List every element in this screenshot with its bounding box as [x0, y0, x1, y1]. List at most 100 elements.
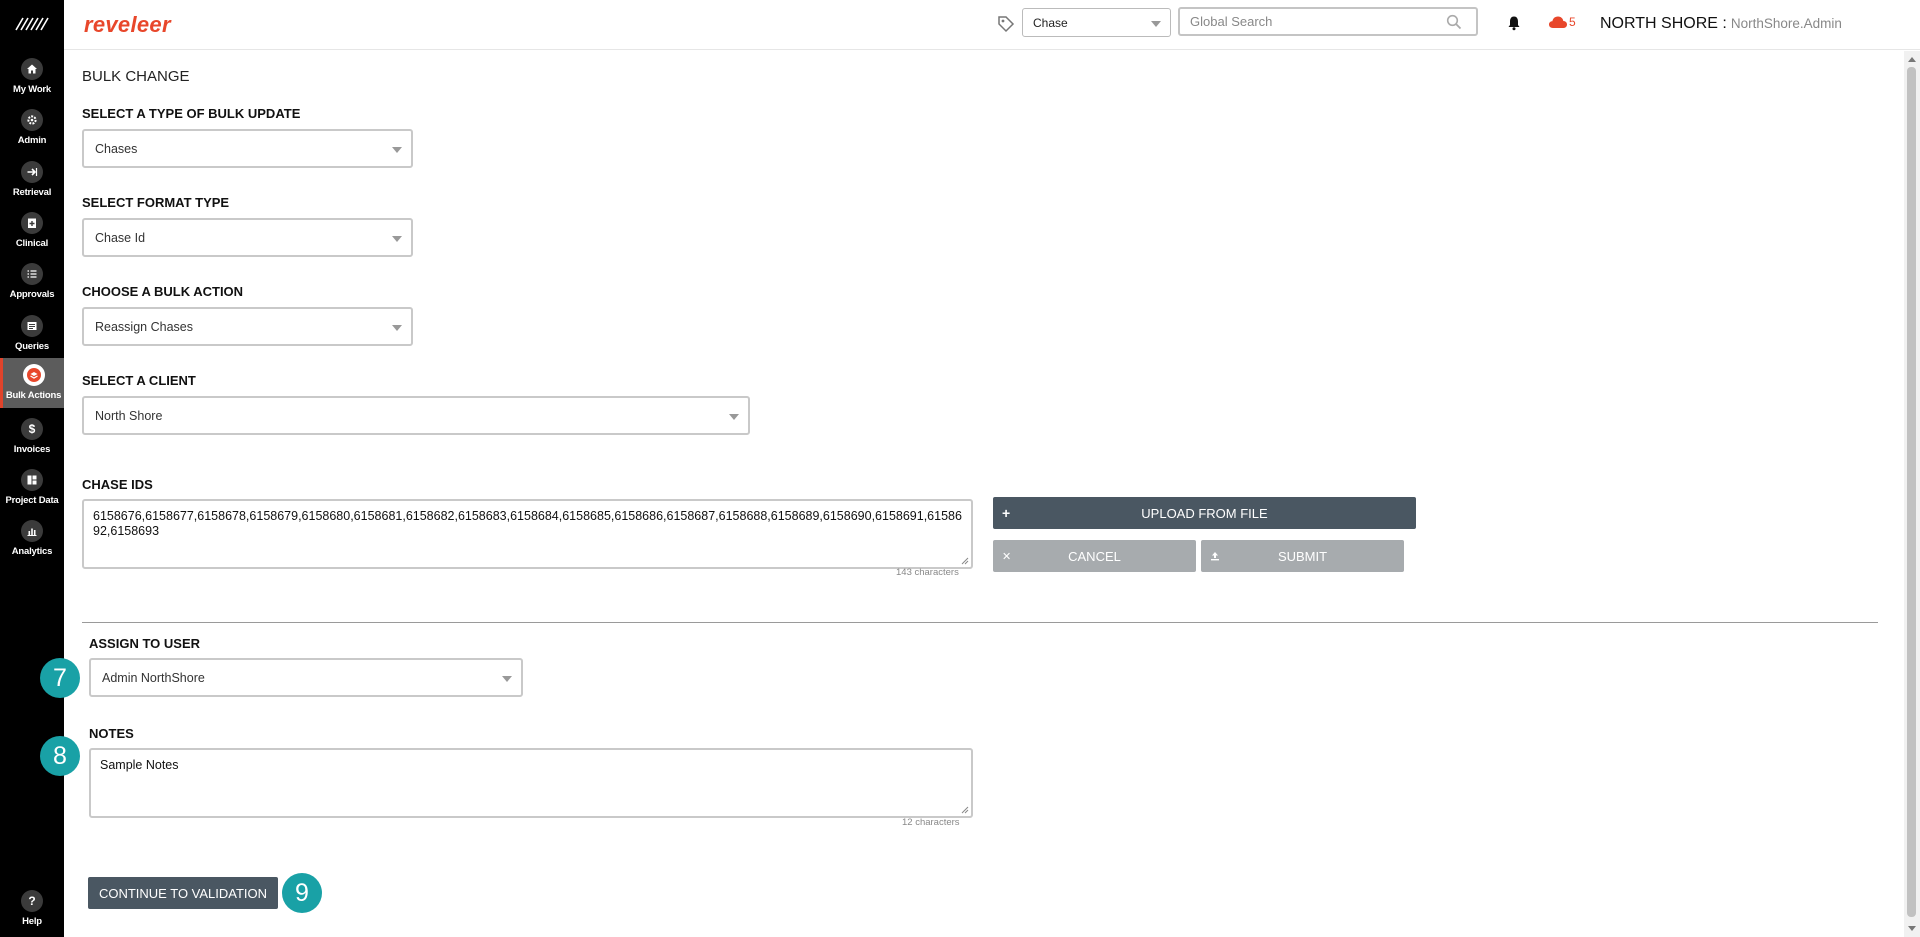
client-value: North Shore: [95, 409, 163, 423]
chase-ids-char-count: 143 characters: [896, 567, 959, 578]
chase-ids-value: 6158676,6158677,6158678,6158679,6158680,…: [93, 509, 962, 538]
chevron-down-icon: [502, 676, 512, 682]
continue-to-validation-button[interactable]: CONTINUE TO VALIDATION: [88, 877, 278, 909]
format-type-label: SELECT FORMAT TYPE: [82, 195, 230, 210]
sidebar-item-invoices[interactable]: $ Invoices: [0, 414, 64, 464]
chevron-down-icon: [392, 236, 402, 242]
sidebar-item-label: Queries: [15, 341, 49, 352]
chase-ids-textarea[interactable]: 6158676,6158677,6158678,6158679,6158680,…: [82, 499, 973, 569]
dollar-icon: $: [21, 418, 43, 440]
top-header: reveleer Chase 5 NORTH SHORE :NorthShore…: [64, 0, 1920, 50]
page-title: BULK CHANGE: [82, 68, 190, 85]
sidebar-item-retrieval[interactable]: Retrieval: [0, 157, 64, 207]
step-badge-9: 9: [282, 873, 322, 913]
notes-value: Sample Notes: [100, 758, 179, 772]
chevron-down-icon: [392, 147, 402, 153]
chevron-down-icon: [1151, 21, 1161, 27]
search-type-select[interactable]: Chase: [1022, 8, 1171, 37]
main-content: BULK CHANGE SELECT A TYPE OF BULK UPDATE…: [40, 51, 1904, 937]
sidebar-item-help[interactable]: ? Help: [0, 886, 64, 936]
sidebar-item-label: Invoices: [13, 444, 51, 455]
sidebar-item-admin[interactable]: Admin: [0, 105, 64, 155]
bulk-update-select[interactable]: Chases: [82, 129, 413, 168]
cloud-icon: [1549, 16, 1567, 28]
brand-logo[interactable]: reveleer: [84, 12, 171, 38]
notification-count: 5: [1569, 15, 1576, 29]
scroll-up-icon[interactable]: [1908, 57, 1916, 62]
client-select[interactable]: North Shore: [82, 396, 750, 435]
step-badge-8: 8: [40, 736, 80, 776]
vertical-scrollbar[interactable]: [1904, 51, 1920, 937]
upload-icon: [1210, 548, 1220, 564]
house-icon: [21, 58, 43, 80]
client-label: SELECT A CLIENT: [82, 373, 196, 388]
sidebar-item-label: Clinical: [15, 238, 49, 249]
stack-icon: [22, 364, 45, 386]
cancel-button-label: CANCEL: [1068, 548, 1121, 564]
org-user-info[interactable]: NORTH SHORE : NorthShore.Admin: [1600, 15, 1842, 33]
close-icon: ✕: [1002, 550, 1012, 563]
sidebar-item-label: Approvals: [9, 289, 55, 300]
submit-button-label: SUBMIT: [1277, 548, 1328, 564]
document-list-icon: [21, 315, 43, 337]
sidebar-item-analytics[interactable]: Analytics: [0, 516, 64, 566]
grid-icon: [21, 469, 43, 491]
bell-icon[interactable]: [1506, 15, 1522, 31]
tag-icon: [998, 16, 1015, 33]
user-name: NorthShore.Admin: [1730, 16, 1842, 31]
cancel-button[interactable]: ✕ CANCEL: [993, 540, 1196, 572]
format-type-select[interactable]: Chase Id: [82, 218, 413, 257]
sidebar-item-project-data[interactable]: Project Data: [0, 465, 64, 515]
chevron-down-icon: [392, 325, 402, 331]
submit-button[interactable]: SUBMIT: [1201, 540, 1404, 572]
chase-ids-label: CHASE IDS: [82, 477, 153, 492]
assign-user-select[interactable]: Admin NorthShore: [89, 658, 523, 697]
sidebar: My Work Admin Retrieval Clinical Approva…: [0, 0, 64, 937]
chevron-down-icon: [729, 414, 739, 420]
sidebar-item-label: My Work: [12, 84, 51, 95]
section-divider: [82, 622, 1878, 623]
bar-chart-icon: [21, 520, 43, 542]
sidebar-item-label: Help: [22, 916, 42, 927]
reveleer-mark-icon[interactable]: [14, 14, 50, 34]
bulk-action-select[interactable]: Reassign Chases: [82, 307, 413, 346]
format-type-value: Chase Id: [95, 231, 146, 245]
org-name: NORTH SHORE :: [1600, 15, 1727, 32]
bulk-action-label: CHOOSE A BULK ACTION: [82, 284, 244, 299]
sidebar-item-queries[interactable]: Queries: [0, 311, 64, 361]
sidebar-item-label: Analytics: [11, 546, 53, 557]
assign-user-value: Admin NorthShore: [102, 671, 205, 685]
scrollbar-thumb[interactable]: [1907, 67, 1916, 917]
assign-user-label: ASSIGN TO USER: [89, 636, 201, 651]
upload-button-label: UPLOAD FROM FILE: [1141, 505, 1268, 521]
step-badge-7: 7: [40, 658, 80, 698]
sidebar-item-label: Admin: [17, 135, 47, 146]
gear-icon: [21, 109, 43, 131]
notes-char-count: 12 characters: [902, 817, 960, 828]
scroll-down-icon[interactable]: [1908, 926, 1916, 931]
sidebar-item-label: Retrieval: [12, 187, 52, 198]
clipboard-plus-icon: [21, 212, 43, 234]
sidebar-item-label: Project Data: [5, 495, 59, 506]
question-icon: ?: [21, 890, 43, 912]
arrow-right-icon: [21, 161, 43, 183]
notifications-cloud[interactable]: 5: [1548, 15, 1576, 29]
plus-icon: +: [1002, 505, 1011, 521]
sidebar-item-my-work[interactable]: My Work: [0, 54, 64, 104]
bulk-action-value: Reassign Chases: [95, 320, 193, 334]
sidebar-item-clinical[interactable]: Clinical: [0, 208, 64, 258]
notes-label: NOTES: [89, 726, 134, 741]
bulk-update-label: SELECT A TYPE OF BULK UPDATE: [82, 106, 301, 121]
resize-grip-icon[interactable]: [961, 806, 969, 814]
sidebar-item-approvals[interactable]: Approvals: [0, 259, 64, 309]
global-search-input[interactable]: [1178, 7, 1478, 36]
sidebar-item-label: Bulk Actions: [5, 390, 62, 401]
search-icon[interactable]: [1446, 14, 1462, 30]
bulk-update-value: Chases: [95, 142, 138, 156]
upload-from-file-button[interactable]: + UPLOAD FROM FILE: [993, 497, 1416, 529]
checklist-icon: [21, 263, 43, 285]
resize-grip-icon[interactable]: [961, 557, 969, 565]
sidebar-item-bulk-actions[interactable]: Bulk Actions: [0, 358, 64, 408]
search-type-value: Chase: [1033, 16, 1068, 30]
notes-textarea[interactable]: Sample Notes: [89, 748, 973, 818]
